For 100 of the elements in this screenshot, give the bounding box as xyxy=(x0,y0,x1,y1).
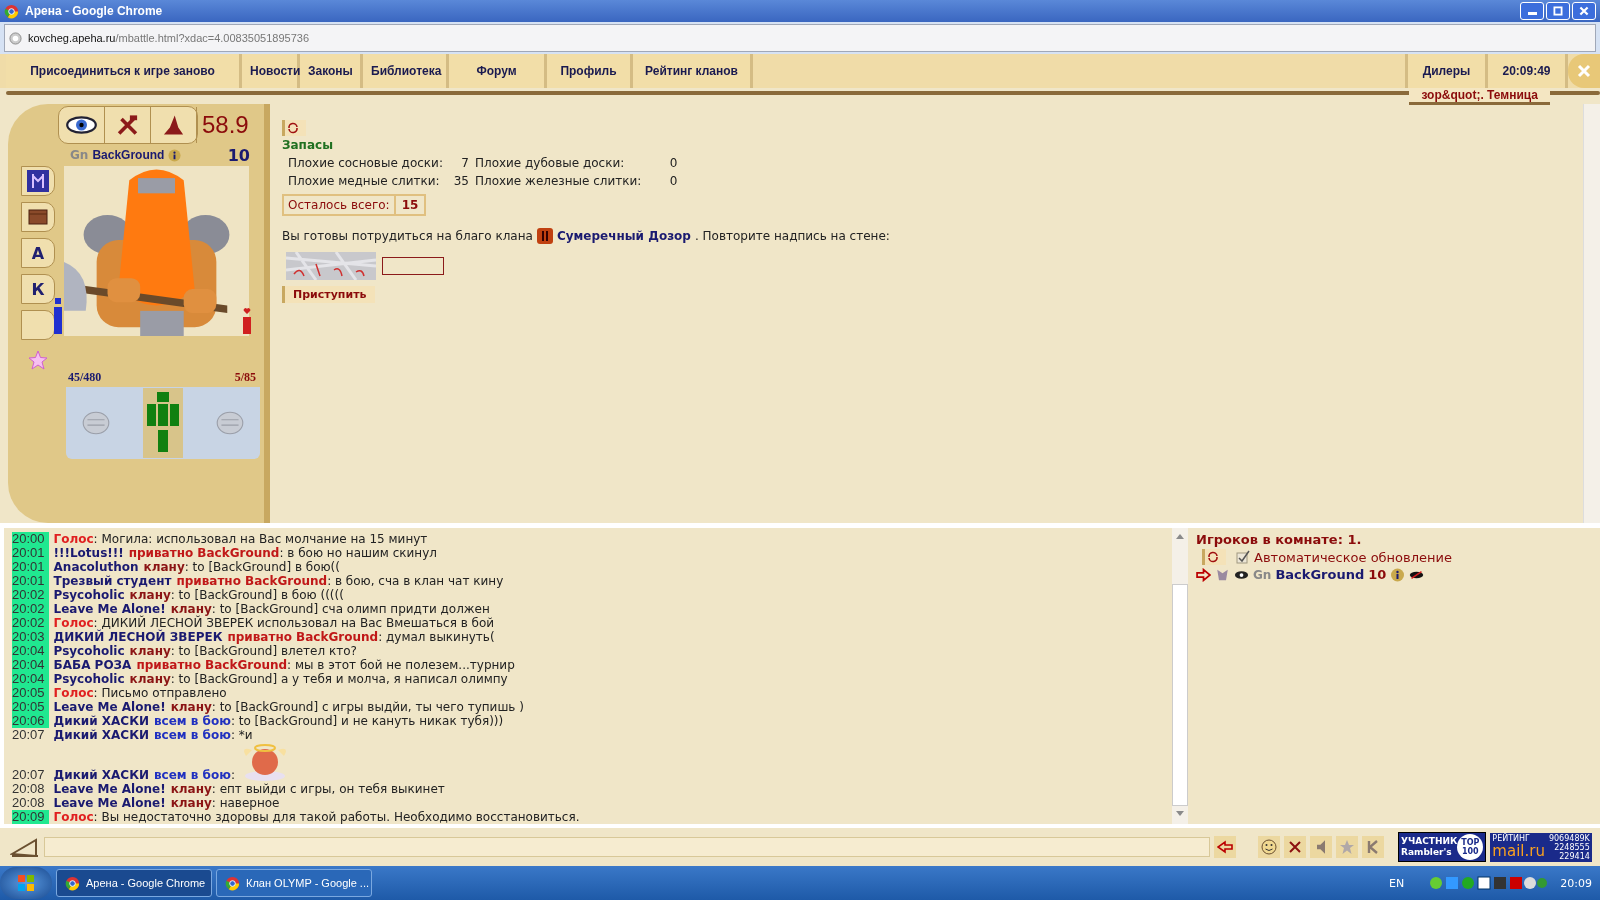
refresh-button[interactable] xyxy=(1202,549,1226,565)
refresh-button[interactable] xyxy=(282,120,306,136)
address-field[interactable]: kovcheg.apeha.ru/mbattle.html?xdac=4.00835051895736 xyxy=(4,24,1596,52)
scrollbar[interactable] xyxy=(1172,528,1188,824)
scissors-button[interactable] xyxy=(1284,836,1306,858)
item-name: Плохие медные слитки: xyxy=(288,174,441,188)
scrollbar[interactable] xyxy=(1583,104,1600,523)
sender-name[interactable]: Psycoholic xyxy=(53,672,125,686)
book-tab[interactable] xyxy=(21,202,55,232)
channel-label: Голос xyxy=(53,810,94,824)
message-time: 20:05 xyxy=(12,686,49,700)
taskbar-button[interactable]: Арена - Google Chrome xyxy=(56,869,212,897)
rune-tab[interactable] xyxy=(21,166,55,196)
side-tab[interactable] xyxy=(21,310,55,340)
info-icon xyxy=(168,148,182,162)
player-name[interactable]: BackGround xyxy=(1275,567,1365,582)
sender-name[interactable]: Трезвый студент xyxy=(53,574,172,588)
message-text: : в бою но нашим скинул xyxy=(279,546,437,560)
message-time: 20:03 xyxy=(12,630,49,644)
channel-label: приватно BackGround xyxy=(136,658,288,672)
counter-value: 229414 xyxy=(1558,851,1590,861)
captcha-input[interactable] xyxy=(382,257,444,275)
item-count: 35 xyxy=(452,174,469,188)
star-button[interactable] xyxy=(1336,836,1358,858)
message-time: 20:02 xyxy=(12,588,49,602)
language-indicator[interactable]: EN xyxy=(1389,876,1405,890)
checkbox[interactable] xyxy=(1236,550,1250,564)
clan-link[interactable]: Сумеречный Дозор xyxy=(556,229,691,243)
item-count: 7 xyxy=(460,156,469,170)
down-arrow-icon xyxy=(1175,810,1185,818)
message-time: 20:09 xyxy=(12,810,49,824)
message-time: 20:04 xyxy=(12,644,49,658)
sender-name[interactable]: БАБА РОЗА xyxy=(53,658,132,672)
globe-icon xyxy=(9,31,22,45)
players-title: Игроков в комнате: 1. xyxy=(1196,532,1363,547)
smiley-button[interactable] xyxy=(1258,836,1280,858)
race-label: Gn xyxy=(70,148,89,162)
rating-value: 58.9 xyxy=(202,111,250,139)
channel-label: Голос xyxy=(53,616,94,630)
channel-label: клану xyxy=(170,602,212,616)
sender-name[interactable]: Psycoholic xyxy=(53,644,125,658)
sender-name[interactable]: Psycoholic xyxy=(53,588,125,602)
message-text: : ДИКИЙ ЛЕСНОЙ ЗВЕРЕК использовал на Вас Вмешаться в бой xyxy=(93,616,495,630)
channel-label: клану xyxy=(143,560,185,574)
message-text: : епт выйди с игры, он тебя выкинет xyxy=(211,782,445,796)
start-button[interactable] xyxy=(0,867,52,899)
info-icon[interactable] xyxy=(1390,567,1406,582)
section-title: Запасы xyxy=(282,138,334,152)
channel-label: Голос xyxy=(53,532,94,546)
sender-name[interactable]: Дикий ХАСКИ xyxy=(53,768,149,782)
channel-label: клану xyxy=(129,588,171,602)
rune-icon xyxy=(27,170,49,192)
arrow-icon xyxy=(1217,839,1233,855)
message-time: 20:04 xyxy=(12,672,49,686)
rambler-counter[interactable]: УЧАСТНИК Rambler's TOP 100 xyxy=(1398,832,1487,862)
star-icon xyxy=(1339,839,1355,855)
letter-tab[interactable]: А xyxy=(21,238,55,268)
remaining-value: 15 xyxy=(400,197,420,214)
message-time: 20:00 xyxy=(12,532,49,546)
sender-name[interactable]: !!!Lotus!!! xyxy=(53,546,124,560)
mute-button[interactable] xyxy=(1310,836,1332,858)
message-time: 20:06 xyxy=(12,714,49,728)
sender-name[interactable]: Anacoluthon xyxy=(53,560,139,574)
message-time: 20:01 xyxy=(12,574,49,588)
minimize-button[interactable] xyxy=(1520,2,1544,20)
counter-value: 2248555 xyxy=(1553,842,1590,852)
start-button[interactable]: Приступить xyxy=(282,286,375,303)
prompt-text: Вы готовы потрудиться на благо клана xyxy=(282,229,533,243)
sender-name[interactable]: ДИКИЙ ЛЕСНОЙ ЗВЕРЕК xyxy=(53,630,223,644)
sender-name[interactable]: Leave Me Alone! xyxy=(53,782,166,796)
taskbar-button[interactable]: Клан OLYMP - Google ... xyxy=(216,869,372,897)
counter-label: РЕЙТИНГ xyxy=(1492,833,1531,843)
maximize-button[interactable] xyxy=(1546,2,1570,20)
item-name: Плохие железные слитки: xyxy=(474,174,642,188)
sender-name[interactable]: Leave Me Alone! xyxy=(53,796,166,810)
remaining-label: Осталось всего: xyxy=(284,196,396,214)
mail-counter[interactable]: РЕЙТИНГ mail.ru 9069489K 2248555 229414 xyxy=(1490,832,1592,862)
body-slots-drawing xyxy=(143,388,183,458)
channel-label: клану xyxy=(170,700,212,714)
level-value: 10 xyxy=(227,145,250,165)
sender-name[interactable]: Дикий ХАСКИ xyxy=(53,714,149,728)
message-text: : в бою, сча в клан чат кину xyxy=(327,574,504,588)
refresh-icon xyxy=(1206,550,1220,564)
window-title: Арена - Google Chrome xyxy=(25,4,163,18)
health-reading: 5/85 xyxy=(234,370,256,385)
health-icon xyxy=(243,308,251,334)
channel-label: клану xyxy=(170,782,212,796)
k-button[interactable] xyxy=(1362,836,1384,858)
race-label: Gn xyxy=(1253,567,1272,582)
send-button[interactable] xyxy=(1214,836,1236,858)
sender-name[interactable]: Leave Me Alone! xyxy=(53,602,166,616)
letter-tab[interactable]: К xyxy=(21,274,55,304)
minimize-icon xyxy=(1527,12,1537,15)
message-time: 20:07 xyxy=(12,768,46,782)
message-input[interactable] xyxy=(44,837,1210,857)
refresh-icon xyxy=(286,121,300,135)
sender-name[interactable]: Leave Me Alone! xyxy=(53,700,166,714)
close-button[interactable] xyxy=(1572,2,1596,20)
channel-label: всем в бою xyxy=(154,768,231,782)
sender-name[interactable]: Дикий ХАСКИ xyxy=(53,728,149,742)
